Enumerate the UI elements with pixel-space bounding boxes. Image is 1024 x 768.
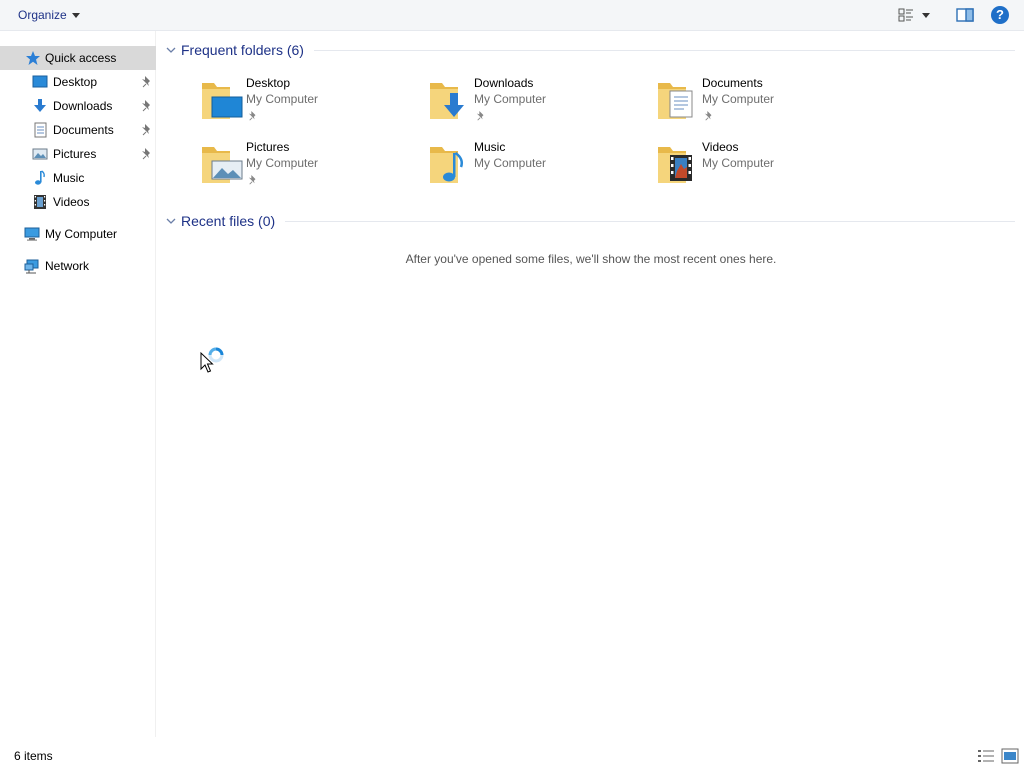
star-icon [26, 51, 40, 65]
chevron-down-icon [71, 12, 80, 18]
nav-item-network[interactable]: Network [0, 254, 156, 278]
nav-item-pictures[interactable]: Pictures [0, 142, 156, 166]
pin-icon [142, 124, 150, 136]
computer-icon [24, 227, 40, 241]
chevron-down-icon [166, 47, 176, 53]
videos-icon [34, 195, 46, 209]
chevron-down-icon [166, 218, 176, 224]
busy-cursor-icon [200, 347, 224, 373]
folder-tile-videos[interactable]: Videos My Computer [656, 137, 876, 193]
folder-tile-downloads[interactable]: Downloads My Computer [428, 73, 648, 129]
nav-item-label: Documents [53, 123, 114, 137]
folder-name: Documents [702, 76, 763, 90]
folder-location: My Computer [246, 156, 319, 170]
desktop-icon [32, 75, 48, 88]
desktop-folder-icon [202, 83, 243, 119]
item-count: 6 items [14, 749, 53, 763]
view-options-icon [898, 8, 913, 22]
pin-icon [248, 175, 256, 185]
organize-label: Organize [18, 8, 67, 22]
folder-location: My Computer [474, 156, 547, 170]
nav-item-label: Videos [53, 195, 90, 209]
network-icon [24, 259, 39, 274]
nav-item-label: Network [45, 259, 90, 273]
change-view-button[interactable] [898, 5, 938, 25]
file-explorer-window: Organize ? Quick access Desktop Download… [0, 0, 1024, 768]
pin-icon [248, 111, 256, 121]
help-button[interactable]: ? [991, 6, 1009, 24]
navigation-pane: Quick access Desktop Downloads Documents… [0, 31, 156, 737]
folder-location: My Computer [702, 92, 775, 106]
recent-files-empty-message: After you've opened some files, we'll sh… [405, 252, 777, 266]
group-divider [285, 220, 1015, 222]
details-view-button[interactable] [977, 748, 995, 764]
pin-icon [142, 100, 150, 112]
videos-folder-icon [658, 147, 692, 183]
group-divider [313, 49, 1015, 51]
large-icons-view-button[interactable] [1001, 748, 1019, 764]
folder-name: Pictures [246, 140, 290, 154]
pictures-icon [32, 148, 48, 160]
folder-location: My Computer [702, 156, 775, 170]
nav-item-desktop[interactable]: Desktop [0, 70, 156, 94]
pictures-folder-icon [202, 147, 243, 183]
help-icon: ? [996, 7, 1004, 22]
nav-item-label: My Computer [45, 227, 118, 241]
nav-quick-access[interactable]: Quick access [0, 46, 156, 70]
status-bar: 6 items [0, 746, 1024, 768]
folder-name: Downloads [474, 76, 534, 90]
pin-icon [704, 111, 712, 121]
downloads-icon [34, 99, 46, 112]
folder-tile-pictures[interactable]: Pictures My Computer [200, 137, 420, 193]
folder-tile-music[interactable]: Music My Computer [428, 137, 648, 193]
pin-icon [476, 111, 484, 121]
nav-item-label: Music [53, 171, 85, 185]
folder-tile-desktop[interactable]: Desktop My Computer [200, 73, 420, 129]
pin-icon [142, 76, 150, 88]
recent-files-header[interactable]: Recent files (0) [165, 210, 1015, 232]
nav-quick-access-label: Quick access [45, 51, 117, 65]
folder-location: My Computer [246, 92, 319, 106]
frequent-folders-header[interactable]: Frequent folders (6) [165, 39, 1015, 61]
nav-item-documents[interactable]: Documents [0, 118, 156, 142]
nav-item-label: Pictures [53, 147, 97, 161]
downloads-folder-icon [430, 83, 464, 119]
music-folder-icon [430, 147, 464, 183]
chevron-down-icon [922, 12, 930, 18]
organize-button[interactable]: Organize [12, 5, 86, 25]
frequent-folders-title: Frequent folders (6) [181, 42, 304, 58]
nav-item-my-computer[interactable]: My Computer [0, 222, 156, 246]
content-pane: Frequent folders (6) Desktop My Computer [157, 31, 1024, 737]
nav-item-downloads[interactable]: Downloads [0, 94, 156, 118]
command-bar: Organize ? [0, 0, 1024, 31]
nav-item-label: Desktop [53, 75, 98, 89]
preview-pane-button[interactable] [955, 6, 975, 24]
folder-name: Music [474, 140, 506, 154]
music-icon [35, 170, 45, 185]
folder-name: Desktop [246, 76, 291, 90]
pin-icon [142, 148, 150, 160]
folder-name: Videos [702, 140, 739, 154]
folder-location: My Computer [474, 92, 547, 106]
nav-item-label: Downloads [53, 99, 113, 113]
recent-files-title: Recent files (0) [181, 213, 276, 229]
nav-item-videos[interactable]: Videos [0, 190, 156, 214]
folder-tile-documents[interactable]: Documents My Computer [656, 73, 876, 129]
documents-folder-icon [658, 83, 693, 119]
documents-icon [34, 122, 47, 138]
nav-item-music[interactable]: Music [0, 166, 156, 190]
